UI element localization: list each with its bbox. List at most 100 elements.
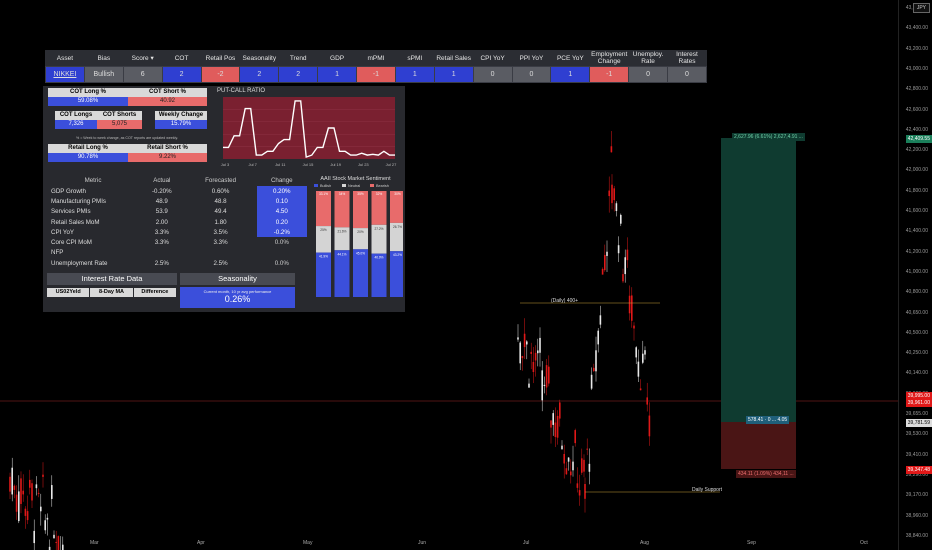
metrics-column-header: Forecasted	[205, 177, 237, 184]
metric-value: 2.5%	[154, 259, 169, 267]
pcr-title: PUT-CALL RATIO	[217, 88, 266, 94]
price-tag-last-price-2: 39,961.00	[905, 399, 932, 407]
column-header[interactable]: Asset	[46, 50, 85, 67]
sort-icon[interactable]: ▾	[149, 55, 153, 62]
column-header[interactable]: Employment Change	[590, 50, 629, 67]
retail-short-value: 9.22%	[128, 153, 207, 162]
candle-body	[519, 342, 521, 364]
candle-body	[545, 365, 548, 388]
long-position-stop-zone[interactable]	[721, 422, 796, 469]
currency-badge[interactable]: JPY	[912, 3, 930, 13]
seasonality-desc: Current month, 10 yr avg performance	[203, 289, 272, 294]
price-axis-label: 39,410.00	[905, 451, 928, 458]
table-cell: 1	[550, 66, 591, 83]
column-header[interactable]: Seasonality	[240, 50, 279, 67]
long-position-target-zone[interactable]	[721, 138, 796, 422]
table-cell: 2	[161, 66, 202, 83]
column-header[interactable]: Bias	[84, 50, 123, 67]
metric-value: 48.9	[155, 197, 168, 205]
candle-body	[613, 188, 615, 201]
retail-long-label: Retail Long %	[48, 144, 128, 153]
retail-short: Retail Short % 9.22%	[128, 144, 207, 162]
candle-body	[626, 249, 629, 261]
candle-body	[530, 351, 532, 354]
asset-link[interactable]: NIKKEI	[45, 66, 85, 83]
aaii-data-label: 32%	[376, 192, 383, 196]
candle-body	[11, 467, 13, 495]
cot-long: COT Long % 59.08%	[48, 88, 128, 106]
column-header[interactable]: sPMI	[395, 50, 434, 67]
candle-body	[15, 494, 18, 512]
metric-value: 3.3%	[213, 239, 228, 247]
candle-body	[590, 374, 593, 389]
candle-body	[539, 337, 541, 353]
interest-rate-columns: US02Yeld 8-Day MA Difference	[47, 288, 177, 297]
candle-body	[563, 453, 565, 464]
column-header[interactable]: mPMI	[357, 50, 396, 67]
candle-body	[559, 402, 561, 419]
aaii-bar-bullish	[390, 251, 405, 297]
candle-body	[588, 463, 591, 472]
interest-rate-column: Difference	[133, 288, 176, 297]
table-row: NFP	[47, 248, 307, 258]
candle-body	[574, 430, 576, 444]
time-axis-label: Apr	[197, 540, 205, 546]
column-header[interactable]: Trend	[279, 50, 318, 67]
cot-shorts: COT Shorts 5,075	[97, 111, 142, 129]
aaii-data-label: 41.9%	[319, 255, 328, 259]
candle-body	[62, 544, 64, 550]
candle-body	[631, 295, 633, 321]
column-header[interactable]: Score ▾	[123, 50, 162, 67]
cot-note: % = Week to week change, as COT reports …	[76, 136, 178, 140]
cot-longs: COT Longs 7,326	[55, 111, 97, 129]
column-header[interactable]: COT	[162, 50, 201, 67]
candle-body	[583, 459, 585, 472]
column-header[interactable]: PCE YoY	[551, 50, 590, 67]
cot-short-value: 40.92	[128, 97, 207, 106]
cot-shorts-value: 5,075	[97, 120, 142, 129]
candle-body	[29, 479, 31, 488]
metric-value: 53.9	[155, 208, 168, 216]
candle-body	[584, 484, 586, 499]
aaii-legend-label: Neutral	[348, 184, 360, 188]
candle-body	[33, 530, 35, 544]
candle-body	[561, 445, 563, 450]
price-axis-label: 43,400.00	[905, 25, 928, 32]
candle-body	[633, 325, 635, 329]
column-header[interactable]: PPI YoY	[512, 50, 551, 67]
table-row: Manufacturing PMIs 48.9 48.8 0.10	[47, 196, 307, 207]
price-tag-entry: 39,781.59	[905, 419, 932, 427]
column-header[interactable]: Interest Rates	[668, 50, 707, 67]
price-tag-upper-target: 42,409.55	[905, 135, 932, 143]
table-cell: 1	[317, 66, 357, 83]
candle-body	[595, 350, 597, 372]
candle-body	[601, 268, 604, 275]
price-tag-stop: 39,347.48	[905, 466, 932, 474]
column-header[interactable]: Unemploy. Rate	[629, 50, 668, 67]
metric-value: 0.20	[256, 216, 307, 228]
aaii-bar-bearish	[316, 191, 331, 227]
column-header[interactable]: Retail Sales	[434, 50, 473, 67]
column-header[interactable]: Retail Pos	[201, 50, 240, 67]
column-header[interactable]: GDP	[318, 50, 357, 67]
table-cell: 0	[472, 66, 513, 83]
cot-longs-label: COT Longs	[55, 111, 97, 120]
price-axis-label: 40,500.00	[905, 329, 928, 336]
metric-value: 0.60%	[211, 187, 230, 195]
metric-value	[257, 248, 307, 258]
candle-body	[9, 476, 11, 492]
candle-body	[44, 520, 46, 531]
column-header[interactable]: CPI YoY	[473, 50, 512, 67]
metric-name: CPI YoY	[51, 228, 75, 236]
time-axis-label: Jun	[418, 540, 427, 546]
interest-rate-column: US02Yeld	[47, 288, 90, 297]
price-axis-label: 40,140.00	[905, 370, 928, 377]
seasonality-panel: Seasonality Current month, 10 yr avg per…	[180, 273, 295, 308]
time-axis-label: Jul	[523, 540, 530, 546]
metric-value: 2.5%	[213, 259, 228, 267]
price-axis[interactable]: 43,600.0043,400.0043,200.0043,000.0042,8…	[898, 0, 932, 550]
candle-body	[644, 350, 646, 355]
metric-value: 0.0%	[274, 239, 289, 247]
pcr-x-tick-label: Jul 7	[248, 162, 257, 167]
pcr-plot: Jul 3 Jul 7 Jul 11 Jul 15 Jul 19 Jul 23 Jul 27	[221, 97, 397, 167]
